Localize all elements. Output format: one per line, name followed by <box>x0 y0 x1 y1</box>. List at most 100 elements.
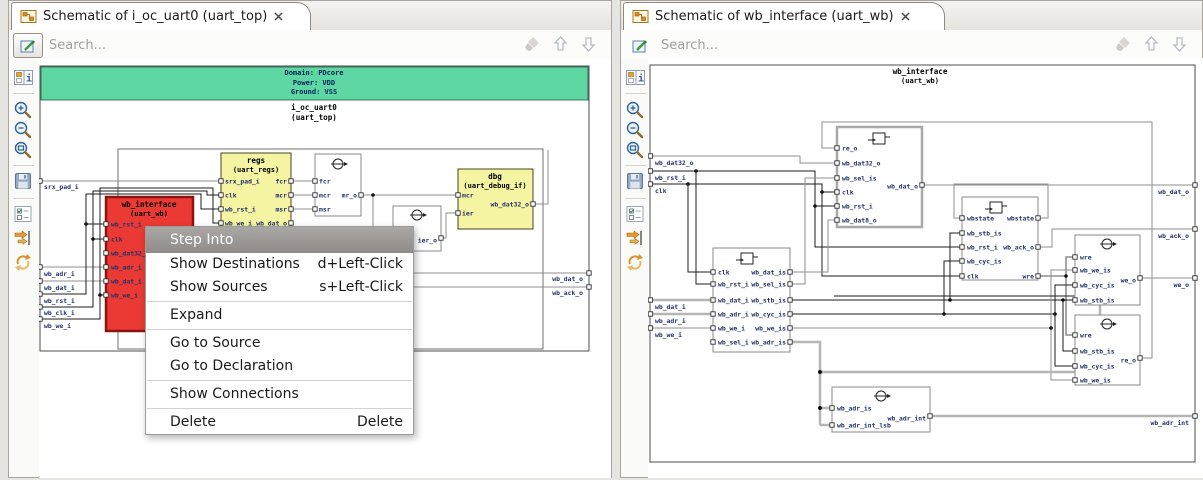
svg-text:dbg: dbg <box>488 172 502 181</box>
menu-item-go-to-declaration[interactable]: Go to Declaration <box>146 355 413 378</box>
filter-options-icon[interactable] <box>625 204 647 224</box>
block-re-logic[interactable]: wre wb_stb_is wb_cyc_is wb_we_is re_o <box>1072 314 1143 386</box>
svg-text:wb_cyc_is: wb_cyc_is <box>1080 363 1115 371</box>
svg-text:Power: VDD: Power: VDD <box>293 79 335 87</box>
zoom-out-icon[interactable] <box>625 120 647 140</box>
arrow-up-icon[interactable] <box>1143 35 1160 53</box>
menu-item-delete[interactable]: Delete Delete <box>146 411 413 434</box>
schematic-tab-icon <box>632 10 649 23</box>
svg-text:wb_cyc_is: wb_cyc_is <box>1080 282 1115 290</box>
svg-text:wb_dat32_o: wb_dat32_o <box>491 201 530 209</box>
clear-highlight-icon[interactable] <box>1114 35 1132 53</box>
menu-separator <box>147 408 412 409</box>
svg-text:fcr: fcr <box>319 178 331 186</box>
refresh-icon[interactable] <box>625 252 647 272</box>
svg-text:wb_dat_i: wb_dat_i <box>655 303 686 311</box>
svg-text:wb_ack_o: wb_ack_o <box>1003 244 1034 252</box>
zoom-in-icon[interactable] <box>13 100 35 120</box>
svg-text:regs: regs <box>247 156 265 165</box>
svg-text:(uart_wb): (uart_wb) <box>130 210 168 218</box>
tab-title: Schematic of i_oc_uart0 (uart_top) <box>43 9 268 24</box>
clear-highlight-icon[interactable] <box>523 35 541 53</box>
svg-text:clk: clk <box>655 187 667 195</box>
svg-text:wb_adr_is: wb_adr_is <box>837 405 872 413</box>
edit-search-button[interactable] <box>13 33 43 58</box>
svg-text:wb_dat_o: wb_dat_o <box>887 183 918 191</box>
search-input[interactable] <box>47 33 391 57</box>
search-input[interactable] <box>659 33 1003 57</box>
block-adr-logic[interactable]: wb_adr_is wb_adr_int_lsb wb_adr_int <box>829 386 933 433</box>
svg-text:wb_sel_is: wb_sel_is <box>842 175 877 183</box>
edit-icon <box>632 40 647 52</box>
menu-item-show-connections[interactable]: Show Connections <box>146 383 413 406</box>
zoom-in-icon[interactable] <box>625 100 647 120</box>
menu-item-go-to-source[interactable]: Go to Source <box>146 332 413 355</box>
schematic-tab-icon <box>20 10 37 23</box>
arrow-up-icon[interactable] <box>552 35 569 53</box>
svg-text:wre: wre <box>1080 332 1092 340</box>
zoom-out-icon[interactable] <box>13 120 35 140</box>
block-input-register[interactable]: clk wb_rst_i wb_dat_i wb_adr_i wb_we_i w… <box>710 247 793 353</box>
svg-text:wb_dat_o: wb_dat_o <box>1158 188 1189 196</box>
menu-item-step-into[interactable]: Step Into <box>146 227 413 253</box>
close-icon[interactable] <box>900 11 911 22</box>
svg-text:wb_rst_i: wb_rst_i <box>718 281 749 289</box>
left-tab-bar: Schematic of i_oc_uart0 (uart_top) <box>9 1 611 31</box>
show-ports-icon[interactable] <box>625 228 647 248</box>
domain-box: Domain: PDcore Power: VDD Ground: VSS <box>40 66 589 101</box>
overview-icon[interactable]: i <box>13 68 35 88</box>
right-search-bar <box>621 30 1202 60</box>
left-editor-pane: Schematic of i_oc_uart0 (uart_top) Searc… <box>8 0 612 478</box>
close-icon[interactable] <box>273 11 284 22</box>
svg-text:srx_pad_i: srx_pad_i <box>44 183 79 191</box>
block-output-register[interactable]: re_o wb_dat32_o wb_sel_is clk wb_rst_i w… <box>834 125 925 229</box>
svg-text:wb_rst_i: wb_rst_i <box>655 174 686 182</box>
show-ports-icon[interactable] <box>13 228 35 248</box>
edit-search-button[interactable] <box>625 33 655 58</box>
arrow-down-icon[interactable] <box>580 35 597 53</box>
refresh-icon[interactable] <box>13 252 35 272</box>
svg-text:wbstate: wbstate <box>1007 215 1034 223</box>
menu-item-expand[interactable]: Expand <box>146 304 413 327</box>
svg-text:wb_rst_i: wb_rst_i <box>44 297 75 305</box>
svg-text:wb_ack_o: wb_ack_o <box>552 289 583 297</box>
menu-item-show-destinations[interactable]: Show Destinations d+Left-Click <box>146 253 413 276</box>
save-icon[interactable] <box>625 171 647 191</box>
svg-text:wb_we_i: wb_we_i <box>111 292 138 300</box>
right-schematic: wb_interface (uart_wb) wb_dat32_o wb_rst… <box>648 64 1198 463</box>
svg-text:wb_dat_i: wb_dat_i <box>111 278 142 286</box>
svg-text:(uart_regs): (uart_regs) <box>233 166 279 174</box>
overview-icon[interactable]: i <box>625 68 647 88</box>
svg-text:wb_adr_i: wb_adr_i <box>718 311 749 319</box>
schematic-title: wb_interface <box>893 67 948 76</box>
arrow-down-icon[interactable] <box>1171 35 1188 53</box>
zoom-fit-icon[interactable] <box>13 140 35 160</box>
svg-text:wb_sel_i: wb_sel_i <box>718 339 749 347</box>
svg-text:ier_o: ier_o <box>418 237 437 245</box>
tab-schematic-uart-wb[interactable]: Schematic of wb_interface (uart_wb) <box>623 2 945 30</box>
block-wbstate-register[interactable]: wbstate wb_stb_is wb_rst_i wb_cyc_is clk… <box>959 196 1041 281</box>
svg-text:wb_adr_int: wb_adr_int <box>1151 419 1190 427</box>
zoom-fit-icon[interactable] <box>625 140 647 160</box>
svg-text:wb_dat32_: wb_dat32_ <box>111 250 146 258</box>
svg-text:wb_cyc_is: wb_cyc_is <box>751 311 786 319</box>
edit-icon <box>20 40 35 52</box>
svg-text:wb_ack_o: wb_ack_o <box>1158 232 1189 240</box>
block-we-logic[interactable]: wre wb_we_is wb_cyc_is wb_stb_is we_o <box>1072 234 1143 306</box>
svg-text:wb_adr_int_lsb: wb_adr_int_lsb <box>837 422 891 430</box>
block-dbg[interactable]: dbg (uart_debug_if) mcr ier wb_dat32_o <box>455 168 536 230</box>
svg-text:mr_o: mr_o <box>342 192 358 200</box>
menu-separator <box>147 329 412 330</box>
svg-text:msr: msr <box>319 206 331 214</box>
svg-text:i: i <box>638 73 644 85</box>
svg-text:wb_dat32_o: wb_dat32_o <box>655 159 694 167</box>
save-icon[interactable] <box>13 171 35 191</box>
block-logic1[interactable]: fcr mcr msr mr_o <box>312 153 364 217</box>
menu-item-show-sources[interactable]: Show Sources s+Left-Click <box>146 276 413 299</box>
svg-text:wb_adr_i: wb_adr_i <box>655 317 686 325</box>
svg-text:wb_adr_is: wb_adr_is <box>751 339 786 347</box>
tab-schematic-uart-top[interactable]: Schematic of i_oc_uart0 (uart_top) <box>11 2 311 30</box>
svg-text:wb_we_is: wb_we_is <box>1080 377 1111 385</box>
filter-options-icon[interactable] <box>13 204 35 224</box>
svg-text:re_o: re_o <box>842 145 858 153</box>
